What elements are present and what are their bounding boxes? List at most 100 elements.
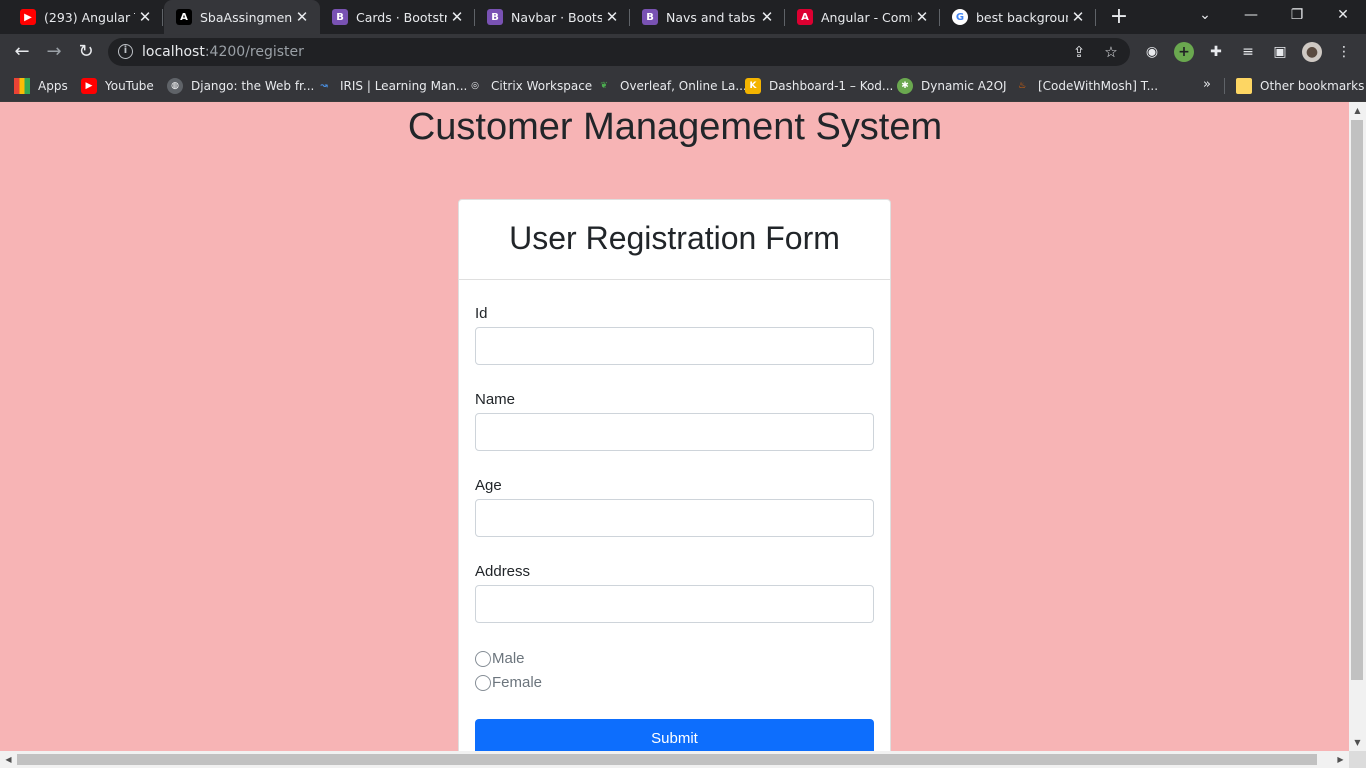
tab-search-icon[interactable]: ⌄	[1182, 0, 1228, 34]
form-heading: User Registration Form	[459, 200, 890, 280]
side-panel-icon[interactable]: ▣	[1270, 42, 1290, 62]
citrix-icon: ◎	[471, 81, 479, 91]
folder-icon	[1236, 78, 1252, 94]
bookmark-overleaf[interactable]: ❦ Overleaf, Online La...	[596, 77, 747, 95]
page-viewport: Customer Management System User Registra…	[0, 102, 1366, 768]
age-input[interactable]	[475, 499, 874, 537]
vertical-scroll-thumb[interactable]	[1351, 120, 1363, 680]
bookmark-label: Django: the Web fr...	[191, 79, 315, 93]
horizontal-scrollbar[interactable]: ◀ ▶	[0, 751, 1349, 768]
close-icon[interactable]: ✕	[757, 8, 777, 26]
restore-button[interactable]: ❐	[1274, 0, 1320, 34]
extension-plus-icon[interactable]: +	[1174, 42, 1194, 62]
address-bar[interactable]: i localhost:4200/register ⇪ ☆	[108, 38, 1130, 66]
female-radio[interactable]	[475, 674, 491, 691]
bookmark-label: Overleaf, Online La...	[620, 79, 747, 93]
tab-title: Angular - Comm	[821, 9, 912, 25]
close-icon[interactable]: ✕	[1068, 8, 1088, 26]
overleaf-icon: ❦	[600, 81, 608, 91]
bookmark-django[interactable]: ◍ Django: the Web fr...	[167, 77, 314, 95]
address-label: Address	[475, 563, 531, 580]
address-input[interactable]	[475, 585, 874, 623]
url-path: :4200/register	[204, 44, 304, 60]
bookmark-citrix[interactable]: ◎ Citrix Workspace	[467, 77, 592, 95]
bookmark-youtube[interactable]: ▶ YouTube	[81, 77, 154, 95]
bookmark-apps[interactable]: Apps	[14, 77, 68, 95]
scrollbar-corner	[1349, 751, 1366, 768]
menu-icon[interactable]: ⋮	[1334, 42, 1354, 62]
puzzle-icon[interactable]: ✚	[1206, 42, 1226, 62]
tab-best-background[interactable]: G best background ✕	[940, 0, 1096, 34]
tab-navs-and-tabs[interactable]: B Navs and tabs · B ✕	[630, 0, 785, 34]
registration-card: User Registration Form Id Name Age Addre…	[458, 199, 891, 768]
bookmark-label: Other bookmarks	[1260, 79, 1365, 93]
horizontal-scroll-thumb[interactable]	[17, 754, 1317, 765]
url-host: localhost	[142, 44, 205, 60]
bookmark-label: Apps	[38, 79, 68, 93]
tab-title: (293) Angular Tut	[44, 9, 135, 25]
bookmark-label: [CodeWithMosh] T...	[1038, 79, 1159, 93]
close-icon[interactable]: ✕	[292, 8, 312, 26]
bookmark-kodular[interactable]: K Dashboard-1 – Kod...	[745, 77, 893, 95]
vertical-scrollbar[interactable]: ▲ ▼	[1349, 102, 1366, 751]
minimize-button[interactable]: —	[1228, 0, 1274, 34]
star-icon[interactable]: ☆	[1102, 43, 1120, 61]
new-tab-button[interactable]: +	[1108, 4, 1130, 30]
kodular-icon: K	[745, 78, 761, 94]
tab-sbaassingment[interactable]: A SbaAssingment ✕	[164, 0, 320, 34]
more-bookmarks-button[interactable]: »	[1203, 77, 1211, 92]
female-label: Female	[492, 674, 543, 691]
close-icon[interactable]: ✕	[602, 8, 622, 26]
close-icon[interactable]: ✕	[447, 8, 467, 26]
forward-button[interactable]: →	[40, 38, 68, 66]
media-queue-icon[interactable]: ≡	[1238, 42, 1258, 62]
tab-angular-tutorial[interactable]: ▶ (293) Angular Tut ✕	[8, 0, 163, 34]
bootstrap-icon: B	[332, 9, 348, 25]
close-icon[interactable]: ✕	[135, 8, 155, 26]
page-title: Customer Management System	[407, 106, 943, 148]
tab-separator	[1095, 9, 1096, 26]
avatar[interactable]: ●	[1302, 42, 1322, 62]
bookmark-label: Dashboard-1 – Kod...	[769, 79, 894, 93]
browser-toolbar: ← → ↻ i localhost:4200/register ⇪ ☆ ◉ + …	[0, 34, 1366, 70]
bootstrap-icon: B	[642, 9, 658, 25]
extension-glasses-icon[interactable]: ◉	[1142, 42, 1162, 62]
name-label: Name	[475, 391, 516, 408]
scroll-down-icon[interactable]: ▼	[1349, 734, 1366, 751]
gender-option-male[interactable]: Male	[475, 650, 525, 667]
name-input[interactable]	[475, 413, 874, 451]
tab-separator	[162, 9, 163, 26]
close-window-button[interactable]: ✕	[1320, 0, 1366, 34]
info-icon[interactable]: i	[118, 44, 133, 59]
share-icon[interactable]: ⇪	[1070, 43, 1088, 61]
male-label: Male	[492, 650, 525, 667]
reload-button[interactable]: ↻	[72, 38, 100, 66]
url-text[interactable]: localhost:4200/register	[142, 44, 304, 60]
iris-icon: ↝	[320, 81, 328, 91]
tab-angular-common[interactable]: A Angular - Comm ✕	[785, 0, 940, 34]
tab-navbar-bootstrap[interactable]: B Navbar · Bootstra ✕	[475, 0, 630, 34]
bookmarks-bar: Apps ▶ YouTube ◍ Django: the Web fr... ↝…	[0, 70, 1366, 102]
close-icon[interactable]: ✕	[912, 8, 932, 26]
id-input[interactable]	[475, 327, 874, 365]
bookmark-iris[interactable]: ↝ IRIS | Learning Man...	[316, 77, 467, 95]
a2oj-icon: ✱	[897, 78, 913, 94]
scroll-left-icon[interactable]: ◀	[0, 751, 17, 768]
scroll-up-icon[interactable]: ▲	[1349, 102, 1366, 119]
gender-option-female[interactable]: Female	[475, 674, 542, 691]
id-label: Id	[475, 305, 488, 322]
back-button[interactable]: ←	[8, 38, 36, 66]
angular-icon: A	[797, 9, 813, 25]
tab-title: Navs and tabs · B	[666, 9, 757, 25]
male-radio[interactable]	[475, 650, 491, 667]
tab-cards-bootstrap[interactable]: B Cards · Bootstrap ✕	[320, 0, 475, 34]
google-icon: G	[952, 9, 968, 25]
tab-title: SbaAssingment	[200, 9, 292, 25]
bookmarks-separator	[1224, 78, 1225, 94]
bookmark-other[interactable]: Other bookmarks	[1236, 77, 1364, 95]
bookmark-label: Dynamic A2OJ	[921, 79, 1007, 93]
tab-strip: ▶ (293) Angular Tut ✕ A SbaAssingment ✕ …	[0, 0, 1366, 34]
bookmark-a2oj[interactable]: ✱ Dynamic A2OJ	[897, 77, 1007, 95]
scroll-right-icon[interactable]: ▶	[1332, 751, 1349, 768]
bookmark-codewithmosh[interactable]: ♨ [CodeWithMosh] T...	[1014, 77, 1158, 95]
